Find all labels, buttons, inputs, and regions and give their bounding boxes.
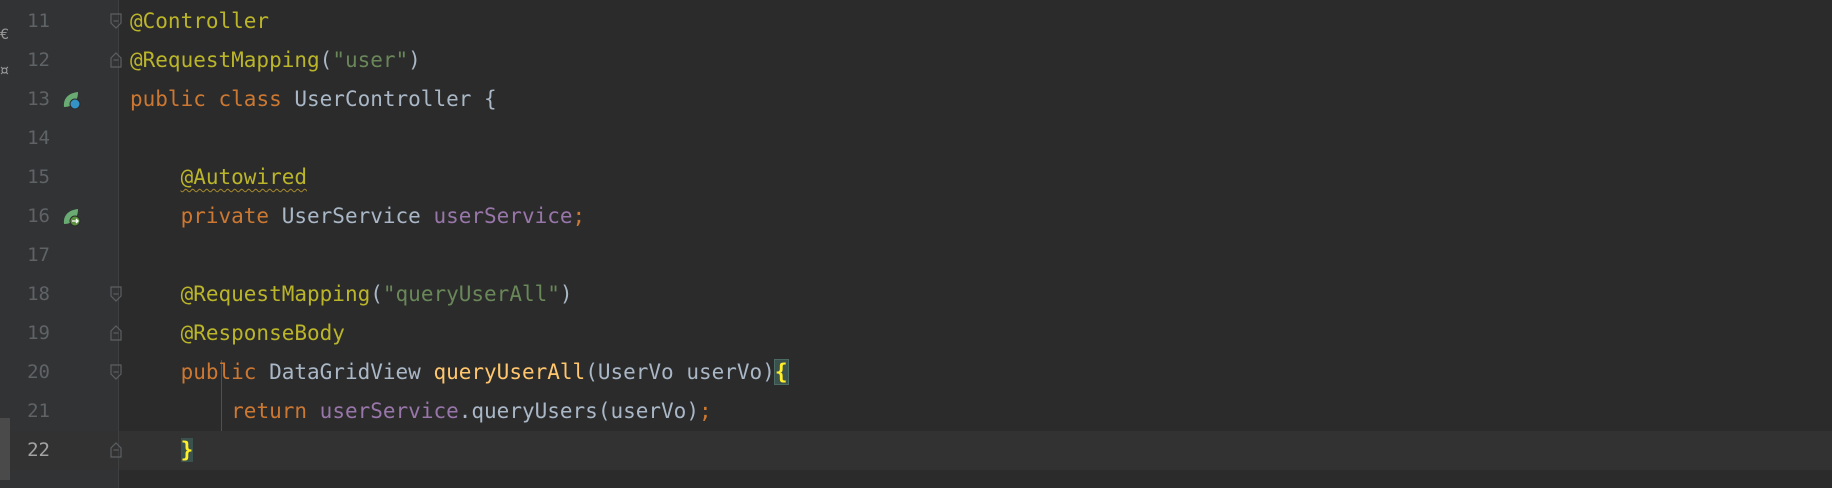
code-token: @Controller <box>130 9 270 33</box>
gutter-cell[interactable]: 11 <box>10 2 122 41</box>
code-token: (UserVo userVo) <box>585 360 775 384</box>
gutter-cell[interactable]: 21 <box>10 392 118 431</box>
code-text[interactable]: return userService.queryUsers(userVo); <box>130 392 712 431</box>
left-tool-strip: € ¤ <box>0 0 10 488</box>
gutter-cell[interactable]: 12 <box>10 41 122 80</box>
code-token: class <box>218 87 295 111</box>
line-number: 17 <box>27 244 50 266</box>
code-line[interactable]: 21 return userService.queryUsers(userVo)… <box>27 392 1832 431</box>
code-line[interactable]: 11 @Controller <box>27 2 1832 41</box>
code-token: public <box>130 87 219 111</box>
code-line[interactable]: 19 @ResponseBody <box>27 314 1832 353</box>
line-number: 16 <box>27 205 50 227</box>
code-token: DataGridView <box>269 360 434 384</box>
code-token: @RequestMapping <box>180 282 371 306</box>
code-text[interactable]: @Controller <box>130 2 269 41</box>
code-line[interactable]: 12 @RequestMapping("user") <box>27 41 1832 80</box>
code-text[interactable]: private UserService userService; <box>130 197 586 236</box>
code-token: ; <box>572 204 586 228</box>
code-token: UserService <box>281 204 434 228</box>
gutter-cell[interactable]: 19 <box>10 314 122 353</box>
fold-collapse-icon[interactable] <box>109 285 123 303</box>
fold-collapse-icon[interactable] <box>109 12 123 30</box>
code-token: ; <box>698 399 712 423</box>
spring-autowired-navigate-icon[interactable] <box>60 206 82 228</box>
code-token: userService <box>433 204 573 228</box>
code-token: .queryUsers(userVo) <box>458 399 699 423</box>
code-text[interactable]: } <box>130 431 194 470</box>
spring-bean-class-icon[interactable] <box>60 89 82 111</box>
code-token: ( <box>370 282 383 306</box>
line-number: 15 <box>27 166 50 188</box>
line-number: 21 <box>27 400 50 422</box>
code-text[interactable]: public DataGridView queryUserAll(UserVo … <box>130 353 789 392</box>
line-number: 22 <box>27 439 50 461</box>
code-editor[interactable]: € ¤ 11 @Controller 12 @RequestMapping("user… <box>0 0 1832 488</box>
code-text[interactable]: @RequestMapping("queryUserAll") <box>130 275 573 314</box>
code-area[interactable]: 11 @Controller 12 @RequestMapping("user") 13… <box>10 0 1832 488</box>
code-line[interactable]: 18 @RequestMapping("queryUserAll") <box>27 275 1832 314</box>
code-token: "user" <box>332 48 409 72</box>
code-line[interactable]: 13 public class UserController { <box>27 80 1832 119</box>
scrollbar-thumb[interactable] <box>0 418 10 480</box>
code-token: ( <box>319 48 333 72</box>
strip-mark: € <box>0 27 9 43</box>
strip-mark: ¤ <box>0 63 9 79</box>
line-number: 11 <box>27 10 50 32</box>
code-token: ) <box>559 282 573 306</box>
code-text[interactable]: @Autowired <box>130 158 307 197</box>
fold-end-icon[interactable] <box>109 51 123 69</box>
code-line[interactable]: 14 <box>27 119 1832 158</box>
gutter-cell[interactable]: 17 <box>10 236 118 275</box>
code-token: { <box>773 359 789 385</box>
code-text[interactable]: public class UserController { <box>130 80 497 119</box>
code-line[interactable]: 17 <box>27 236 1832 275</box>
code-text[interactable]: @RequestMapping("user") <box>130 41 421 80</box>
code-text[interactable]: @ResponseBody <box>130 314 345 353</box>
code-line[interactable]: 15 @Autowired <box>27 158 1832 197</box>
line-number: 13 <box>27 88 50 110</box>
gutter-cell[interactable]: 20 <box>10 353 122 392</box>
fold-end-icon[interactable] <box>109 324 123 342</box>
code-line[interactable]: 20 public DataGridView queryUserAll(User… <box>27 353 1832 392</box>
gutter-cell[interactable]: 18 <box>10 275 122 314</box>
code-token: "queryUserAll" <box>382 282 560 306</box>
code-token: queryUserAll <box>433 360 586 384</box>
code-token: public <box>180 360 270 384</box>
line-number: 18 <box>27 283 50 305</box>
code-token: UserController { <box>294 87 497 111</box>
gutter-cell[interactable]: 15 <box>10 158 118 197</box>
gutter-cell[interactable]: 13 <box>10 80 118 119</box>
code-token: } <box>180 438 194 462</box>
code-token: @Autowired <box>180 165 308 189</box>
gutter-cell[interactable]: 22 <box>10 431 122 470</box>
code-token: return <box>231 399 320 423</box>
code-token: @RequestMapping <box>130 48 320 72</box>
line-number: 12 <box>27 49 50 71</box>
line-number: 14 <box>27 127 50 149</box>
gutter-cell[interactable]: 14 <box>10 119 118 158</box>
gutter-cell[interactable]: 16 <box>10 197 118 236</box>
code-token: private <box>180 204 282 228</box>
line-number: 20 <box>27 361 50 383</box>
code-token: userService <box>319 399 459 423</box>
code-token: ) <box>408 48 421 72</box>
code-line[interactable]: 22 } <box>10 431 1832 470</box>
line-number: 19 <box>27 322 50 344</box>
code-token: @ResponseBody <box>180 321 345 345</box>
code-line[interactable]: 16 private UserService userService; <box>27 197 1832 236</box>
fold-end-icon[interactable] <box>109 441 123 459</box>
fold-collapse-icon[interactable] <box>109 363 123 381</box>
